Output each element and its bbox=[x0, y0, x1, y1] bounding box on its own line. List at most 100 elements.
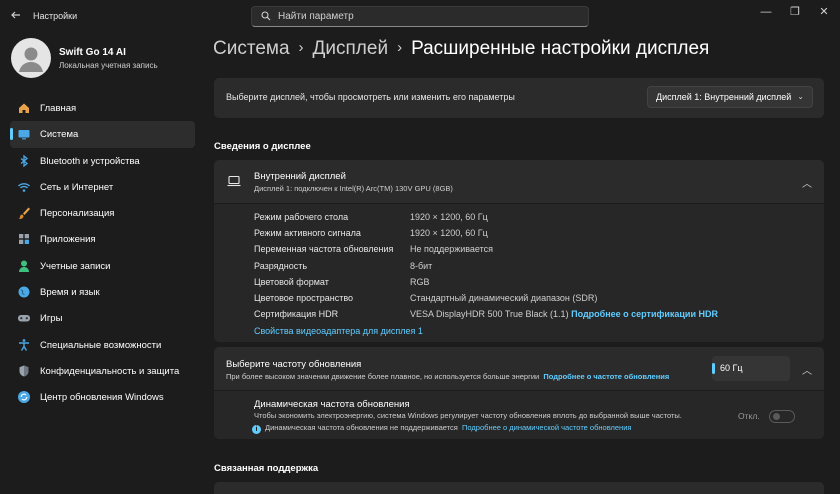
prop-label: Цветовой формат bbox=[254, 277, 329, 287]
sidebar-item-bluetooth[interactable]: Bluetooth и устройства bbox=[10, 148, 195, 174]
chevron-up-icon[interactable]: ︿ bbox=[802, 362, 812, 377]
laptop-icon bbox=[227, 175, 241, 187]
sidebar-item-label: Bluetooth и устройства bbox=[40, 155, 140, 167]
sidebar-item-windows-update[interactable]: Центр обновления Windows bbox=[10, 384, 195, 410]
toggle-state-label: Откл. bbox=[738, 411, 760, 421]
prop-label: Разрядность bbox=[254, 261, 308, 271]
search-icon bbox=[261, 11, 271, 21]
prop-value: VESA DisplayHDR 500 True Black (1.1) bbox=[410, 309, 569, 319]
dynamic-refresh-note-row: i Динамическая частота обновления не подд… bbox=[252, 423, 631, 434]
prop-label: Переменная частота обновления bbox=[254, 244, 394, 254]
refresh-rate-card: Выберите частоту обновления При более вы… bbox=[214, 347, 824, 390]
prop-label: Режим рабочего стола bbox=[254, 212, 349, 222]
profile-name: Swift Go 14 AI bbox=[59, 47, 126, 58]
dynamic-refresh-card: Динамическая частота обновления Чтобы эк… bbox=[214, 391, 824, 439]
refresh-rate-value: 60 Гц bbox=[720, 363, 743, 373]
dynamic-refresh-note: Динамическая частота обновления не подде… bbox=[265, 423, 458, 432]
refresh-rate-link[interactable]: Подробнее о частоте обновления bbox=[543, 372, 669, 381]
dynamic-refresh-desc: Чтобы экономить электроэнергию, система … bbox=[254, 411, 682, 420]
maximize-button[interactable]: ❐ bbox=[783, 4, 807, 20]
accessibility-icon bbox=[19, 338, 29, 351]
close-button[interactable]: ✕ bbox=[812, 4, 836, 20]
sidebar-item-label: Приложения bbox=[40, 234, 96, 246]
user-icon bbox=[19, 47, 43, 72]
bluetooth-icon bbox=[20, 154, 29, 167]
prop-value: RGB bbox=[410, 277, 430, 287]
minimize-button[interactable]: — bbox=[754, 4, 778, 20]
breadcrumb-system[interactable]: Система bbox=[213, 38, 290, 59]
sidebar-item-label: Центр обновления Windows bbox=[40, 392, 164, 404]
sidebar-item-label: Персонализация bbox=[40, 208, 115, 220]
sidebar-item-label: Учетные записи bbox=[40, 260, 111, 272]
refresh-rate-desc: При более высоком значении движение боле… bbox=[226, 372, 540, 381]
sidebar-item-accounts[interactable]: Учетные записи bbox=[10, 253, 195, 279]
hdr-row: VESA DisplayHDR 500 True Black (1.1) Под… bbox=[410, 309, 718, 319]
display-info-body: Режим рабочего стола 1920 × 1200, 60 Гц … bbox=[214, 204, 824, 342]
globe-icon bbox=[18, 286, 30, 298]
sidebar-item-system[interactable]: Система bbox=[10, 121, 195, 148]
shield-icon bbox=[19, 365, 29, 377]
sidebar-item-network[interactable]: Сеть и Интернет bbox=[10, 174, 195, 200]
prop-value: 1920 × 1200, 60 Гц bbox=[410, 228, 488, 238]
display-dropdown[interactable]: Дисплей 1: Внутренний дисплей ⌄ bbox=[647, 86, 813, 108]
info-icon: i bbox=[252, 425, 261, 434]
display-dropdown-value: Дисплей 1: Внутренний дисплей bbox=[656, 92, 792, 102]
sidebar-item-gaming[interactable]: Игры bbox=[10, 305, 195, 331]
wifi-icon bbox=[18, 183, 30, 192]
prop-value: 8-бит bbox=[410, 261, 433, 271]
title-bar: Настройки Найти параметр — ❐ ✕ bbox=[0, 0, 840, 32]
search-placeholder: Найти параметр bbox=[278, 11, 354, 22]
sidebar-item-label: Специальные возможности bbox=[40, 339, 162, 351]
sidebar-item-label: Главная bbox=[40, 103, 77, 114]
adapter-properties-link[interactable]: Свойства видеоадаптера для дисплея 1 bbox=[254, 326, 423, 336]
avatar[interactable] bbox=[11, 38, 51, 78]
back-arrow-icon[interactable] bbox=[10, 9, 24, 23]
display-select-card: Выберите дисплей, чтобы просмотреть или … bbox=[214, 78, 824, 118]
refresh-rate-desc-row: При более высоком значении движение боле… bbox=[226, 372, 669, 381]
prop-label: Сертификация HDR bbox=[254, 309, 339, 319]
chevron-down-icon: ⌄ bbox=[797, 92, 804, 101]
search-input[interactable]: Найти параметр bbox=[251, 6, 589, 27]
update-icon bbox=[18, 391, 30, 404]
breadcrumb-display[interactable]: Дисплей bbox=[313, 38, 389, 59]
system-icon bbox=[18, 130, 30, 140]
sidebar-item-accessibility[interactable]: Специальные возможности bbox=[10, 332, 195, 358]
account-icon bbox=[19, 260, 29, 272]
dynamic-refresh-toggle[interactable] bbox=[769, 410, 795, 423]
breadcrumb: Система › Дисплей › Расширенные настройки ди… bbox=[213, 38, 709, 60]
prop-label: Цветовое пространство bbox=[254, 293, 354, 303]
sidebar-item-apps[interactable]: Приложения bbox=[10, 226, 195, 252]
sidebar-item-label: Сеть и Интернет bbox=[40, 181, 114, 193]
hdr-link[interactable]: Подробнее о сертификации HDR bbox=[571, 309, 718, 319]
dynamic-refresh-title: Динамическая частота обновления bbox=[254, 399, 410, 410]
sidebar-item-label: Время и язык bbox=[40, 287, 100, 299]
sidebar-item-label: Конфиденциальность и защита bbox=[40, 365, 180, 377]
app-title: Настройки bbox=[33, 11, 78, 21]
display-info-header[interactable]: Внутренний дисплей Дисплей 1: подключен … bbox=[214, 160, 824, 203]
page-title: Расширенные настройки дисплея bbox=[411, 38, 710, 59]
toggle-knob bbox=[773, 413, 780, 420]
sidebar: Главная Система Bluetooth и устройства С… bbox=[10, 95, 195, 411]
apps-icon bbox=[19, 234, 29, 245]
related-support-heading: Связанная поддержка bbox=[214, 463, 319, 474]
sidebar-item-label: Игры bbox=[40, 313, 63, 325]
display-title: Внутренний дисплей bbox=[254, 171, 346, 182]
sidebar-item-privacy[interactable]: Конфиденциальность и защита bbox=[10, 358, 195, 384]
sidebar-item-home[interactable]: Главная bbox=[10, 95, 195, 121]
display-select-label: Выберите дисплей, чтобы просмотреть или … bbox=[226, 92, 515, 102]
breadcrumb-separator: › bbox=[298, 39, 304, 56]
dynamic-refresh-link[interactable]: Подробнее о динамической частоте обновле… bbox=[462, 423, 631, 432]
home-icon bbox=[19, 103, 29, 113]
chevron-up-icon[interactable]: ︿ bbox=[802, 175, 812, 190]
sidebar-item-personalization[interactable]: Персонализация bbox=[10, 200, 195, 226]
related-support-card[interactable] bbox=[214, 482, 824, 494]
sidebar-item-label: Система bbox=[40, 129, 79, 141]
sidebar-item-time-language[interactable]: Время и язык bbox=[10, 279, 195, 305]
prop-label: Режим активного сигнала bbox=[254, 228, 361, 238]
brush-icon bbox=[18, 207, 30, 220]
refresh-rate-title: Выберите частоту обновления bbox=[226, 359, 362, 370]
prop-value: 1920 × 1200, 60 Гц bbox=[410, 212, 488, 222]
refresh-rate-dropdown[interactable]: 60 Гц bbox=[712, 356, 790, 381]
prop-value: Не поддерживается bbox=[410, 244, 494, 254]
gamepad-icon bbox=[18, 315, 30, 322]
